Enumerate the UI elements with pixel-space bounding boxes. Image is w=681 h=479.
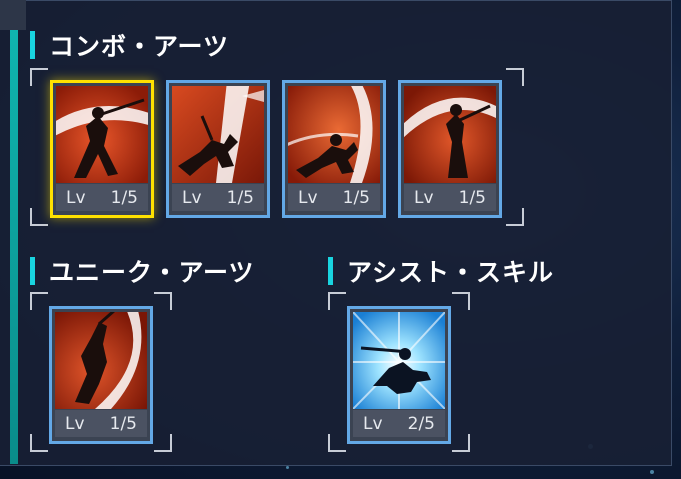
level-value: 1/5 (226, 187, 254, 208)
level-value: 1/5 (342, 187, 370, 208)
combo-arts-title: コンボ・アーツ (49, 32, 230, 61)
level-value: 2/5 (407, 413, 435, 434)
dash-strike-skill-icon (172, 86, 264, 183)
level-display: Lv 1/5 (404, 184, 496, 211)
aerial-dive-skill-icon (55, 312, 147, 409)
unique-arts-header: ユニーク・アーツ (30, 254, 255, 288)
level-display: Lv 1/5 (288, 184, 380, 211)
spin-slash-skill-icon (404, 86, 496, 183)
level-value: 1/5 (109, 413, 137, 434)
level-display: Lv 1/5 (56, 184, 148, 211)
unique-arts-title: ユニーク・アーツ (49, 258, 255, 287)
level-value: 1/5 (110, 187, 138, 208)
level-label: Lv (182, 187, 202, 208)
level-label: Lv (65, 413, 85, 434)
combo-arts-card-1[interactable]: Lv 1/5 (50, 80, 154, 218)
level-display: Lv 1/5 (172, 184, 264, 211)
assist-skill-card[interactable]: Lv 2/5 (347, 306, 451, 444)
unique-arts-card[interactable]: Lv 1/5 (49, 306, 153, 444)
combo-arts-header: コンボ・アーツ (30, 28, 229, 62)
combo-arts-card-3[interactable]: Lv 1/5 (282, 80, 386, 218)
level-label: Lv (66, 187, 86, 208)
level-display: Lv 2/5 (353, 410, 445, 437)
level-label: Lv (298, 187, 318, 208)
title-accent-bar (328, 257, 333, 285)
panel-accent-edge (10, 8, 18, 464)
level-label: Lv (414, 187, 434, 208)
assist-skill-header: アシスト・スキル (328, 254, 554, 288)
level-value: 1/5 (458, 187, 486, 208)
assist-skill-title: アシスト・スキル (347, 258, 555, 287)
panel-corner-tab (0, 0, 26, 30)
combo-arts-card-4[interactable]: Lv 1/5 (398, 80, 502, 218)
sword-slash-skill-icon (56, 86, 148, 183)
level-display: Lv 1/5 (55, 410, 147, 437)
lunge-thrust-skill-icon (288, 86, 380, 183)
combo-arts-card-2[interactable]: Lv 1/5 (166, 80, 270, 218)
title-accent-bar (30, 31, 35, 59)
title-accent-bar (30, 257, 35, 285)
level-label: Lv (363, 413, 383, 434)
burst-charge-skill-icon (353, 312, 445, 409)
